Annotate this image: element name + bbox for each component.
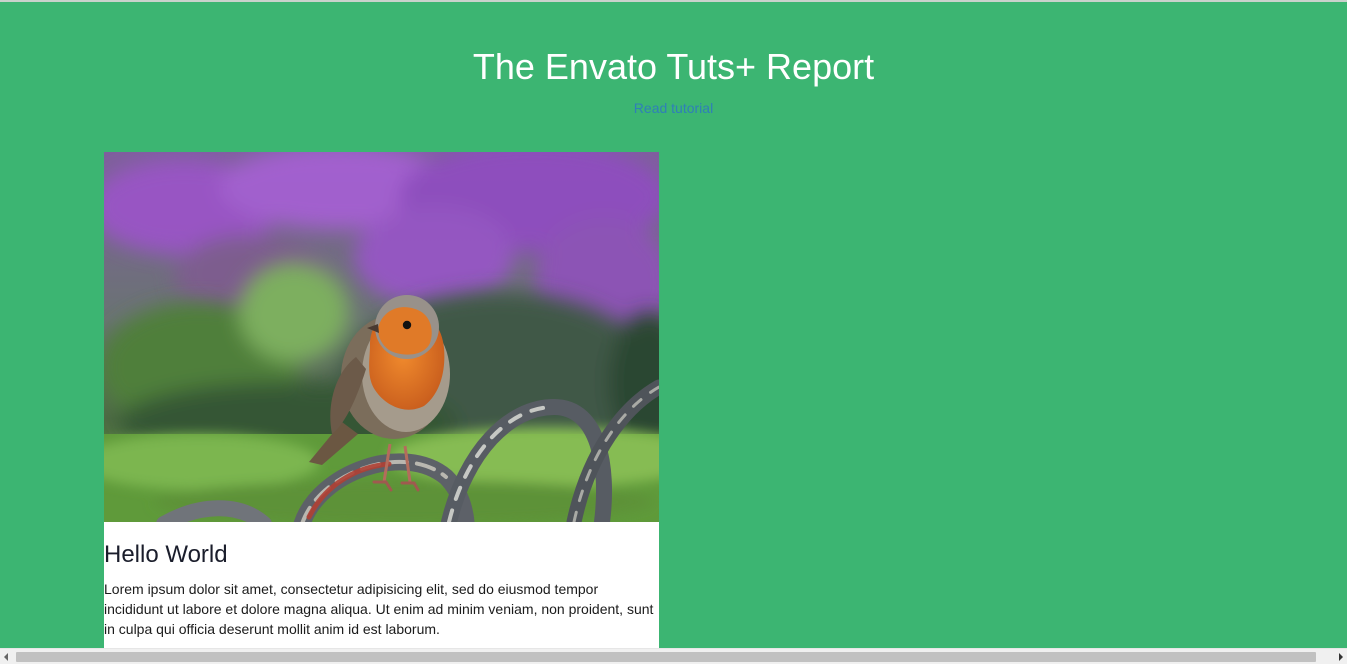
page-title: The Envato Tuts+ Report bbox=[472, 46, 875, 87]
horizontal-scrollbar[interactable] bbox=[0, 648, 1347, 664]
robin-photo bbox=[104, 152, 659, 522]
scroll-left-arrow-icon[interactable] bbox=[4, 653, 8, 661]
card-title: Hello World bbox=[104, 541, 228, 568]
scrollbar-thumb[interactable] bbox=[16, 652, 1316, 662]
read-tutorial-link[interactable]: Read tutorial bbox=[634, 100, 713, 116]
page-header: The Envato Tuts+ Report Read tutorial bbox=[0, 46, 1347, 118]
article-card: Hello World Lorem ipsum dolor sit amet, … bbox=[104, 152, 659, 648]
card-body-text: Lorem ipsum dolor sit amet, consectetur … bbox=[104, 581, 654, 637]
page-body: The Envato Tuts+ Report Read tutorial He… bbox=[0, 2, 1347, 648]
scroll-right-arrow-icon[interactable] bbox=[1339, 653, 1343, 661]
